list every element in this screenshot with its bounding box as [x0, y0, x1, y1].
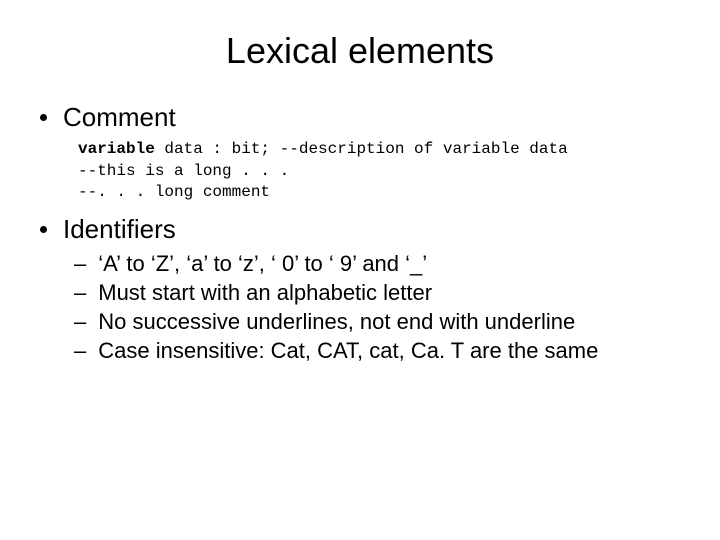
code-line1-rest: data : bit; --description of variable da…: [155, 140, 568, 158]
list-item: – ‘A’ to ‘Z’, ‘a’ to ‘z’, ‘ 0’ to ‘ 9’ a…: [74, 251, 680, 277]
dash-icon: –: [74, 309, 86, 335]
code-line2: --this is a long . . .: [78, 162, 289, 180]
list-item-text: ‘A’ to ‘Z’, ‘a’ to ‘z’, ‘ 0’ to ‘ 9’ and…: [98, 251, 427, 277]
bullet-comment: Comment: [40, 102, 680, 133]
identifiers-sublist: – ‘A’ to ‘Z’, ‘a’ to ‘z’, ‘ 0’ to ‘ 9’ a…: [74, 251, 680, 364]
code-keyword: variable: [78, 140, 155, 158]
dash-icon: –: [74, 251, 86, 277]
list-item: – Case insensitive: Cat, CAT, cat, Ca. T…: [74, 338, 680, 364]
dash-icon: –: [74, 338, 86, 364]
dash-icon: –: [74, 280, 86, 306]
bullet-dot-icon: [40, 114, 47, 121]
bullet-identifiers: Identifiers: [40, 214, 680, 245]
list-item: – Must start with an alphabetic letter: [74, 280, 680, 306]
slide: Lexical elements Comment variable data :…: [0, 0, 720, 540]
list-item-text: No successive underlines, not end with u…: [98, 309, 575, 335]
list-item-text: Must start with an alphabetic letter: [98, 280, 432, 306]
list-item: – No successive underlines, not end with…: [74, 309, 680, 335]
bullet-dot-icon: [40, 226, 47, 233]
code-line3: --. . . long comment: [78, 183, 270, 201]
code-block: variable data : bit; --description of va…: [78, 139, 680, 204]
bullet-comment-label: Comment: [63, 102, 176, 133]
bullet-identifiers-label: Identifiers: [63, 214, 176, 245]
slide-title: Lexical elements: [40, 30, 680, 72]
list-item-text: Case insensitive: Cat, CAT, cat, Ca. T a…: [98, 338, 598, 364]
